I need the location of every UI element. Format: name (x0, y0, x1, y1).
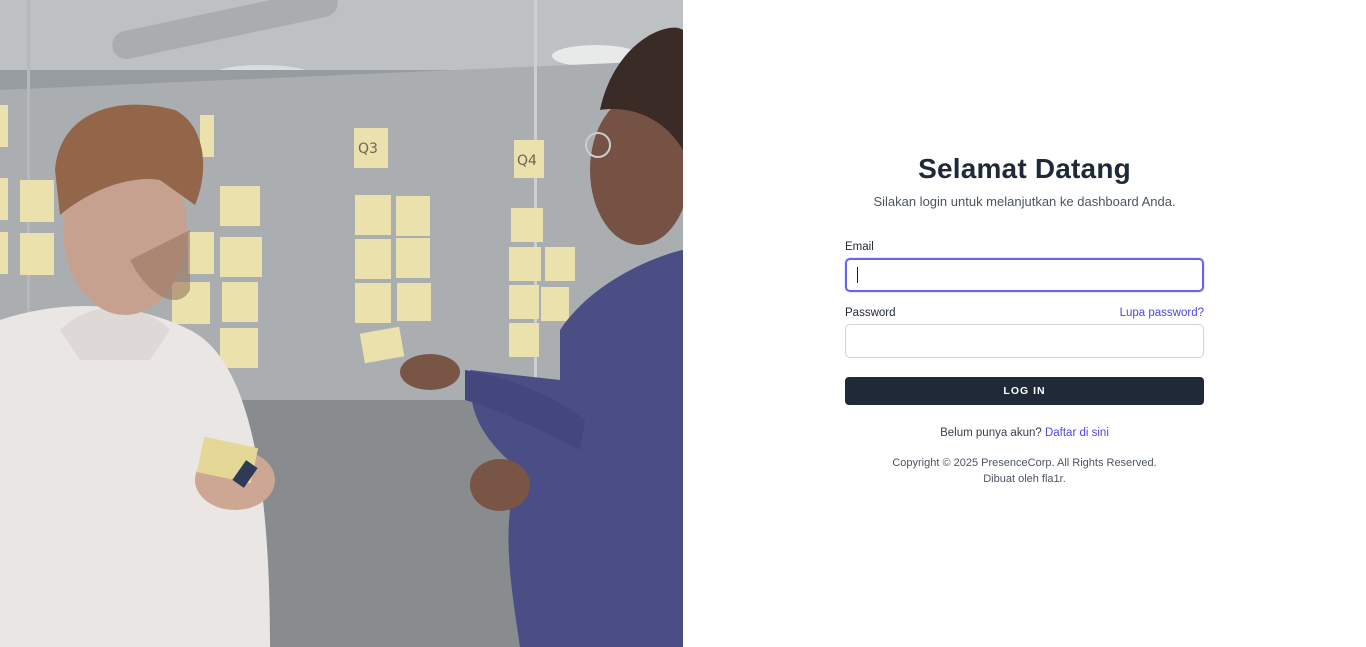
email-input[interactable] (845, 258, 1204, 292)
login-panel: Selamat Datang Silakan login untuk melan… (683, 0, 1366, 647)
forgot-password-link[interactable]: Lupa password? (1120, 306, 1204, 320)
footer: Copyright © 2025 PresenceCorp. All Right… (845, 455, 1204, 487)
signup-prompt-text: Belum punya akun? (940, 427, 1042, 439)
signup-prompt: Belum punya akun? Daftar di sini (845, 426, 1204, 440)
text-caret (857, 267, 858, 283)
credit-text: Dibuat oleh fla1r. (983, 473, 1066, 485)
hero-image: Q3 Q4 (0, 0, 683, 647)
email-field-group: Email (845, 240, 1204, 292)
signup-link[interactable]: Daftar di sini (1045, 427, 1109, 439)
login-button[interactable]: LOG IN (845, 377, 1204, 405)
copyright-text: Copyright © 2025 PresenceCorp. All Right… (892, 457, 1157, 469)
email-label: Email (845, 241, 874, 253)
password-field-group: Password Lupa password? (845, 306, 1204, 358)
password-label: Password (845, 307, 896, 319)
login-form: Selamat Datang Silakan login untuk melan… (845, 150, 1204, 487)
password-input[interactable] (845, 324, 1204, 358)
office-sticky-notes-photo: Q3 Q4 (0, 0, 683, 647)
page-subtitle: Silakan login untuk melanjutkan ke dashb… (873, 194, 1176, 209)
page-title: Selamat Datang (918, 153, 1131, 184)
